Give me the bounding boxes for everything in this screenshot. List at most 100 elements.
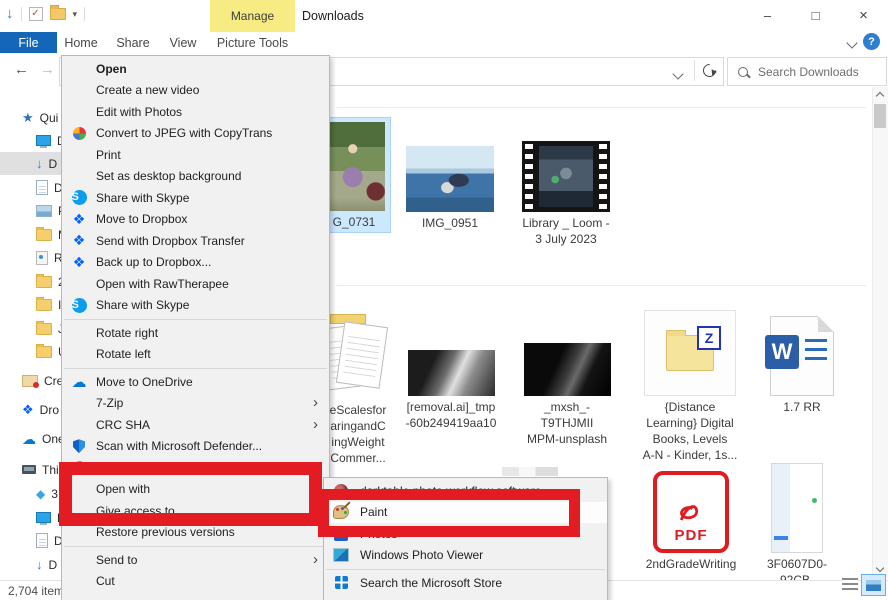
menu-item-send-to[interactable]: Send to xyxy=(62,549,329,571)
tab-view[interactable]: View xyxy=(160,32,206,53)
address-bar-separator xyxy=(694,60,695,81)
tab-share[interactable]: Share xyxy=(108,32,158,53)
zip-folder-thumbnail: Z xyxy=(644,310,736,396)
file-tile-zip[interactable]: Z {Distance Learning} Digital Books, Lev… xyxy=(640,310,740,463)
word-document-icon: W xyxy=(770,316,834,396)
menu-separator xyxy=(326,569,605,570)
downloads-folder-icon: ↓ xyxy=(6,7,14,21)
video-frame xyxy=(539,146,593,207)
file-name: 2ndGradeWriting xyxy=(646,556,737,572)
file-name: Library _ Loom - 3 July 2023 xyxy=(522,215,609,247)
submenu-item-windows-photo-viewer[interactable]: Windows Photo Viewer xyxy=(324,545,607,567)
menu-item-share-with-skype[interactable]: Share with Skype xyxy=(62,187,329,209)
search-box[interactable] xyxy=(727,57,887,86)
customize-toolbar-chevron-icon[interactable]: ▾ xyxy=(73,9,78,20)
menu-item-scan-with-defender[interactable]: Scan with Microsoft Defender... xyxy=(62,436,329,458)
menu-item-edit-with-photos[interactable]: Edit with Photos xyxy=(62,101,329,123)
file-explorer-window: ↓ ✓ ▾ Manage Downloads – □ × File Home S… xyxy=(0,0,888,600)
zip-folder-icon: Z xyxy=(666,335,714,371)
close-button[interactable]: × xyxy=(841,0,886,30)
onedrive-icon: ☁ xyxy=(22,432,36,446)
tab-picture-tools[interactable]: Picture Tools xyxy=(210,32,295,53)
file-tile-video[interactable]: Library _ Loom - 3 July 2023 xyxy=(520,117,612,247)
desktop-icon xyxy=(36,512,51,523)
photo-thumbnail xyxy=(406,146,494,212)
menu-item-create-new-video[interactable]: Create a new video xyxy=(62,80,329,102)
file-name: {Distance Learning} Digital Books, Level… xyxy=(643,399,738,463)
onedrive-icon xyxy=(71,374,87,390)
scroll-up-icon[interactable] xyxy=(872,88,888,104)
file-name: 1.7 RR xyxy=(783,399,820,415)
video-filmstrip-thumbnail xyxy=(522,141,610,212)
menu-item-send-with-dropbox-transfer[interactable]: Send with Dropbox Transfer xyxy=(62,230,329,252)
downloads-icon: ↓ xyxy=(36,156,43,171)
minimize-button[interactable]: – xyxy=(745,0,790,30)
folder-icon xyxy=(36,323,52,335)
bin-icon xyxy=(36,251,48,265)
copytrans-icon xyxy=(71,125,87,141)
forward-button[interactable]: → xyxy=(40,61,55,78)
large-icons-view-button[interactable] xyxy=(861,574,886,596)
details-view-button[interactable] xyxy=(842,578,858,592)
creative-cloud-icon xyxy=(22,375,38,387)
file-tile[interactable]: [removal.ai]_tmp -60b249419aa10 xyxy=(404,310,498,431)
this-pc-icon xyxy=(22,465,36,474)
manage-contextual-tab[interactable]: Manage xyxy=(210,0,295,32)
tab-file[interactable]: File xyxy=(0,32,57,53)
properties-check-icon[interactable]: ✓ xyxy=(29,7,43,21)
scrollbar-thumb[interactable] xyxy=(874,104,886,128)
menu-item-crc-sha[interactable]: CRC SHA xyxy=(62,414,329,436)
menu-item-open-with-rawtherapee[interactable]: Open with RawTherapee xyxy=(62,273,329,295)
file-name: _mxsh_-T9THJMII MPM-unsplash xyxy=(520,399,614,447)
menu-item-share-with-skype[interactable]: Share with Skype xyxy=(62,295,329,317)
help-icon[interactable]: ? xyxy=(863,33,880,50)
menu-item-convert-jpeg-copytrans[interactable]: Convert to JPEG with CopyTrans xyxy=(62,123,329,145)
maximize-button[interactable]: □ xyxy=(793,0,838,30)
menu-item-move-to-onedrive[interactable]: Move to OneDrive xyxy=(62,371,329,393)
dropbox-icon xyxy=(71,233,87,249)
menu-item-7zip[interactable]: 7-Zip xyxy=(62,393,329,415)
tab-home[interactable]: Home xyxy=(58,32,104,53)
group-separator-line xyxy=(336,285,866,286)
menu-item-print[interactable]: Print xyxy=(62,144,329,166)
search-input[interactable] xyxy=(756,64,870,80)
partial-thumbnail xyxy=(502,467,558,476)
menu-item-set-desktop-background[interactable]: Set as desktop background xyxy=(62,166,329,188)
downloads-icon: ↓ xyxy=(36,557,43,572)
menu-item-rotate-left[interactable]: Rotate left xyxy=(62,344,329,366)
pictures-icon xyxy=(36,205,52,217)
menu-item-back-up-to-dropbox[interactable]: Back up to Dropbox... xyxy=(62,252,329,274)
quick-access-toolbar: ↓ ✓ ▾ xyxy=(6,7,85,21)
menu-item-rotate-right[interactable]: Rotate right xyxy=(62,322,329,344)
vertical-scrollbar[interactable] xyxy=(872,87,888,578)
file-tile-word[interactable]: W 1.7 RR xyxy=(762,310,842,415)
search-icon xyxy=(738,67,748,77)
photo-thumbnail xyxy=(323,122,385,211)
window-title: Downloads xyxy=(302,9,364,23)
back-button[interactable]: ← xyxy=(14,61,29,78)
collapse-ribbon-chevron-icon[interactable] xyxy=(848,36,858,46)
file-tile[interactable]: IMG_0951 xyxy=(404,117,496,231)
file-name: eScalesfor aringandC ingWeight Commer... xyxy=(320,402,396,466)
zip-badge: Z xyxy=(697,326,721,350)
new-folder-icon[interactable] xyxy=(50,8,66,20)
address-dropdown-chevron-icon[interactable] xyxy=(674,67,682,81)
file-tile[interactable]: _mxsh_-T9THJMII MPM-unsplash xyxy=(520,310,614,447)
menu-item-cut[interactable]: Cut xyxy=(62,571,329,593)
toolbar-separator xyxy=(21,7,22,21)
photo-thumbnail xyxy=(524,343,611,396)
file-tile[interactable]: 3F0607D0-92CB- xyxy=(752,463,842,588)
file-tile-pdf[interactable]: PDF 2ndGradeWriting xyxy=(648,463,734,572)
file-name: G_0731 xyxy=(333,214,376,230)
thumbnail-view-icon xyxy=(866,580,881,591)
group-separator-line xyxy=(336,107,866,108)
folder-icon xyxy=(36,229,52,241)
submenu-item-search-microsoft-store[interactable]: Search the Microsoft Store xyxy=(324,572,607,594)
documents-icon xyxy=(36,533,48,548)
file-name: [removal.ai]_tmp -60b249419aa10 xyxy=(406,399,497,431)
folder-icon xyxy=(36,299,52,311)
photo-viewer-icon xyxy=(333,547,349,563)
paper-sheet xyxy=(336,321,388,389)
menu-item-move-to-dropbox[interactable]: Move to Dropbox xyxy=(62,209,329,231)
menu-item-open[interactable]: Open xyxy=(62,58,329,80)
